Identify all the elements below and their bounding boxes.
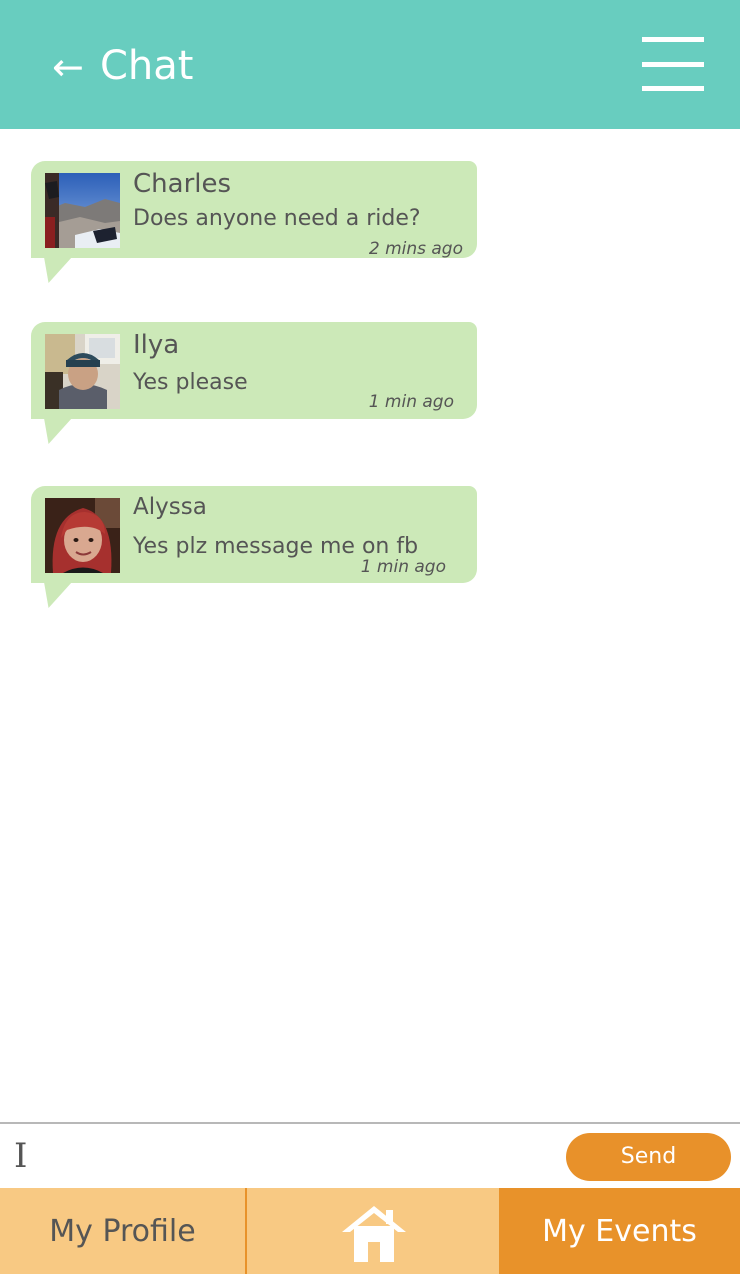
message-composer: I Send bbox=[0, 1122, 740, 1188]
nav-home[interactable] bbox=[247, 1188, 499, 1274]
menu-line bbox=[642, 37, 704, 42]
send-button[interactable]: Send bbox=[566, 1133, 731, 1181]
message-timestamp: 1 min ago bbox=[368, 392, 454, 412]
bubble-tail bbox=[34, 257, 72, 283]
app-header: ← Chat bbox=[0, 0, 740, 129]
message-timestamp: 2 mins ago bbox=[368, 239, 463, 259]
chat-message-ilya: Ilya Yes please 1 min ago bbox=[31, 322, 477, 444]
sender-name: Charles bbox=[133, 169, 232, 199]
chat-screen: ← Chat Charles Does anyone need a ride? … bbox=[0, 0, 740, 1274]
back-arrow-icon[interactable]: ← bbox=[52, 46, 84, 88]
avatar-alyssa[interactable] bbox=[45, 498, 120, 573]
avatar-charles[interactable] bbox=[45, 173, 120, 248]
sender-name: Ilya bbox=[133, 330, 180, 360]
nav-my-events[interactable]: My Events bbox=[499, 1188, 740, 1274]
sender-name: Alyssa bbox=[133, 494, 207, 520]
nav-label: My Profile bbox=[49, 1214, 196, 1249]
hamburger-menu-icon[interactable] bbox=[642, 37, 704, 93]
menu-line bbox=[642, 62, 704, 67]
message-input[interactable] bbox=[10, 1132, 554, 1182]
bubble-tail bbox=[34, 582, 72, 608]
nav-my-profile[interactable]: My Profile bbox=[0, 1188, 245, 1274]
avatar-ilya[interactable] bbox=[45, 334, 120, 409]
message-text: Yes please bbox=[133, 370, 248, 395]
chat-message-alyssa: Alyssa Yes plz message me on fb 1 min ag… bbox=[31, 486, 477, 608]
message-timestamp: 1 min ago bbox=[360, 557, 446, 577]
bottom-navigation: My Profile My Events bbox=[0, 1188, 740, 1274]
nav-label: My Events bbox=[542, 1214, 697, 1249]
home-icon bbox=[342, 1206, 406, 1262]
bubble-tail bbox=[34, 418, 72, 444]
message-text: Does anyone need a ride? bbox=[133, 206, 421, 231]
chat-message-charles: Charles Does anyone need a ride? 2 mins … bbox=[31, 161, 477, 283]
page-title: Chat bbox=[100, 43, 194, 89]
menu-line bbox=[642, 86, 704, 91]
